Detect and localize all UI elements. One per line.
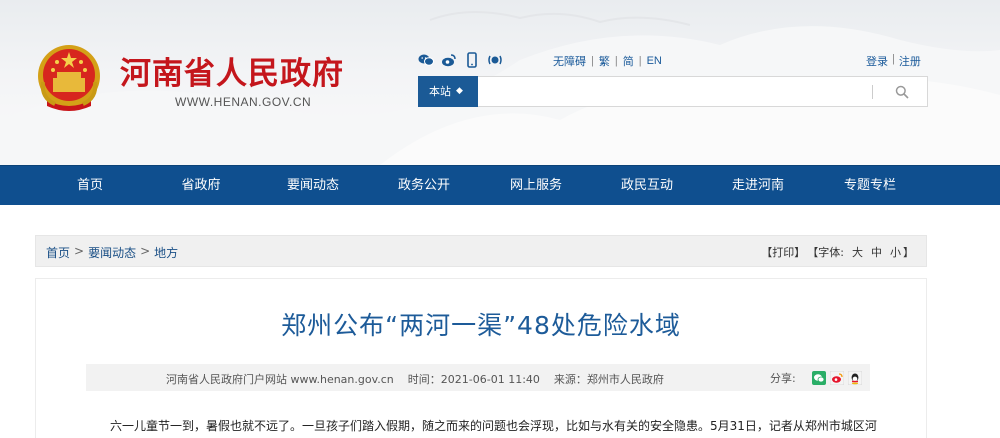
breadcrumb-separator: > (140, 244, 151, 258)
search-input[interactable] (478, 77, 872, 106)
font-size-close: 】 (903, 246, 914, 259)
login-link[interactable]: 登录 (866, 53, 888, 69)
separator: | (892, 53, 895, 65)
search-scope-label: 本站 (429, 85, 451, 98)
breadcrumb-local[interactable]: 地方 (154, 244, 178, 261)
weibo-icon[interactable] (441, 52, 457, 68)
separator: | (638, 55, 642, 67)
nav-item-special-topics[interactable]: 专题专栏 (820, 166, 920, 206)
share-label: 分享: (770, 372, 796, 385)
print-link[interactable]: 【打印】 (761, 244, 805, 260)
nav-item-interaction[interactable]: 政民互动 (597, 166, 697, 206)
font-size-small[interactable]: 小 (890, 244, 901, 260)
separator: | (591, 55, 594, 67)
nav-item-online-services[interactable]: 网上服务 (486, 166, 586, 206)
search-divider (872, 84, 873, 99)
simplified-chinese-link[interactable]: 简 (623, 53, 634, 69)
breadcrumb-separator: > (74, 244, 85, 258)
article-time: 时间：2021-06-01 11:40 (407, 373, 540, 386)
font-size-medium[interactable]: 中 (871, 244, 882, 260)
site-header: 河南省人民政府 WWW.HENAN.GOV.CN 无障碍 | 繁 | 简 | E… (0, 0, 1000, 165)
search-scope-dropdown[interactable]: 本站 ◆ (418, 75, 478, 107)
article-meta-bar: 河南省人民政府门户网站 www.henan.gov.cn 时间：2021-06-… (86, 364, 870, 391)
breadcrumb-news[interactable]: 要闻动态 (88, 244, 136, 261)
national-emblem-logo (38, 45, 100, 111)
breadcrumb-home[interactable]: 首页 (46, 244, 70, 261)
accessibility-link[interactable]: 无障碍 (553, 53, 586, 69)
nav-item-news[interactable]: 要闻动态 (263, 166, 363, 206)
main-navigation: 首页 省政府 要闻动态 政务公开 网上服务 政民互动 走进河南 专题专栏 (0, 165, 1000, 205)
breadcrumb-bar: 首页 > 要闻动态 > 地方 【打印】 【字体: 大 中 小 】 (35, 235, 927, 267)
search-button[interactable] (891, 81, 913, 103)
nav-item-government-affairs[interactable]: 政务公开 (374, 166, 474, 206)
nav-item-provincial-government[interactable]: 省政府 (151, 166, 251, 206)
article-origin: 来源：郑州市人民政府 (553, 373, 664, 386)
search-icon (895, 85, 909, 99)
register-link[interactable]: 注册 (899, 53, 921, 69)
article-source-site: 河南省人民政府门户网站 www.henan.gov.cn (166, 373, 394, 386)
mobile-icon[interactable] (464, 52, 480, 68)
nav-item-about-henan[interactable]: 走进河南 (708, 166, 808, 206)
language-links: 无障碍 | 繁 | 简 | EN (553, 53, 662, 69)
article-meta: 河南省人民政府门户网站 www.henan.gov.cn 时间：2021-06-… (166, 371, 664, 387)
share-bar: 分享: (770, 370, 863, 386)
separator: | (614, 55, 618, 67)
qq-share-icon[interactable] (847, 370, 863, 386)
english-link[interactable]: EN (647, 55, 662, 67)
search-bar: 本站 ◆ (418, 75, 928, 107)
audio-icon[interactable] (487, 52, 503, 68)
traditional-chinese-link[interactable]: 繁 (599, 53, 610, 69)
article-body-paragraph: 六一儿童节一到，暑假也就不远了。一旦孩子们踏入假期，随之而来的问题也会浮现，比如… (110, 419, 877, 433)
article-title: 郑州公布“两河一渠”48处危险水域 (281, 311, 681, 340)
account-links: 登录 | 注册 (866, 53, 921, 69)
social-icons (418, 52, 503, 68)
nav-item-home[interactable]: 首页 (40, 166, 140, 206)
font-size-large[interactable]: 大 (852, 244, 863, 260)
site-url: WWW.HENAN.GOV.CN (175, 95, 312, 109)
weibo-share-icon[interactable] (829, 370, 845, 386)
font-size-label: 【字体: (807, 246, 844, 259)
breadcrumb: 首页 > 要闻动态 > 地方 (46, 244, 178, 261)
wechat-icon[interactable] (418, 52, 434, 68)
caret-down-icon: ◆ (456, 86, 463, 96)
article-container (35, 278, 927, 438)
wechat-share-icon[interactable] (811, 371, 826, 385)
article-tools: 【打印】 【字体: 大 中 小 】 (761, 244, 914, 260)
site-title[interactable]: 河南省人民政府 (120, 48, 344, 93)
